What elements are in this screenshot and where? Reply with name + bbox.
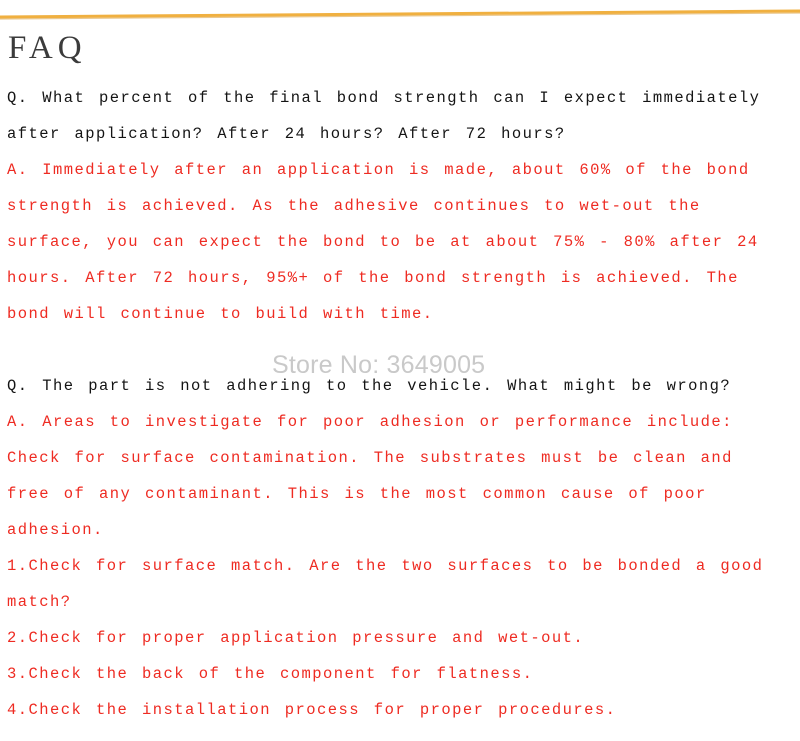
list-item: 1.Check for surface match. Are the two s… [7, 548, 781, 620]
faq-answer-1: A. Immediately after an application is m… [7, 161, 759, 323]
list-item-number: 2. [7, 629, 29, 647]
faq-question-1: Q. What percent of the final bond streng… [7, 89, 761, 143]
faq-question-2: Q. The part is not adhering to the vehic… [7, 377, 732, 395]
page-title: FAQ [8, 30, 87, 66]
faq-content: Q. What percent of the final bond streng… [7, 80, 781, 728]
list-item-label: Check for proper application pressure an… [28, 629, 585, 647]
divider-line-shape [0, 9, 800, 19]
list-item-label: Check the installation process for prope… [28, 701, 617, 719]
list-item-label: Check for surface match. Are the two sur… [7, 557, 764, 611]
top-divider-rule [0, 0, 800, 26]
top-divider-svg [0, 9, 800, 20]
list-item-number: 3. [7, 665, 29, 683]
list-item: 4.Check the installation process for pro… [7, 692, 781, 728]
list-item-number: 4. [7, 701, 29, 719]
list-item: 2.Check for proper application pressure … [7, 620, 781, 656]
list-item-label: Check the back of the component for flat… [28, 665, 534, 683]
troubleshooting-list: 1.Check for surface match. Are the two s… [7, 548, 781, 728]
faq-page: FAQ Store No: 3649005 Q. What percent of… [0, 0, 800, 741]
list-item: 3.Check the back of the component for fl… [7, 656, 781, 692]
list-item-number: 1. [7, 557, 29, 575]
faq-answer-2: A. Areas to investigate for poor adhesio… [7, 413, 733, 539]
divider-line-shadow [0, 12, 800, 20]
